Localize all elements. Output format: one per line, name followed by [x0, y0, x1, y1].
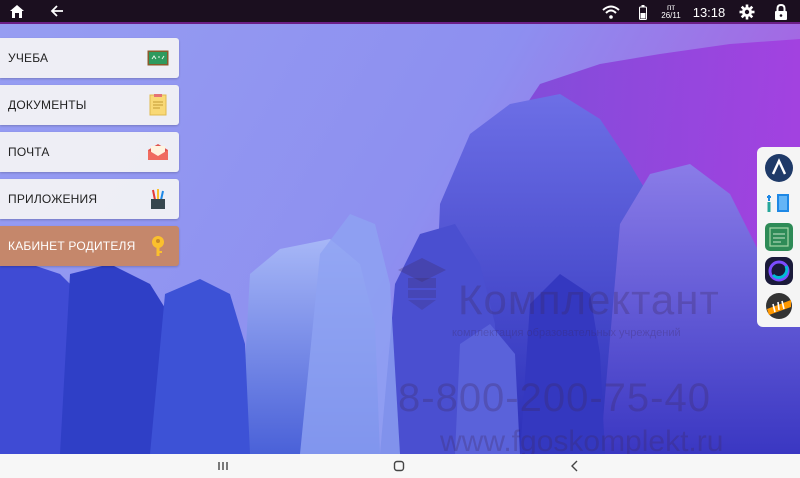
app-a-icon[interactable]	[764, 153, 794, 183]
home-icon[interactable]	[2, 0, 32, 23]
back-arrow-icon[interactable]	[42, 0, 72, 23]
menu-item-label: ДОКУМЕНТЫ	[8, 98, 87, 112]
home-circle-icon[interactable]	[384, 454, 414, 478]
lock-icon[interactable]	[766, 0, 796, 24]
status-bar: пт 26/11 13:18	[0, 0, 800, 24]
app-circle-icon[interactable]	[764, 256, 794, 286]
chalkboard-icon	[147, 47, 169, 69]
menu-item-apps[interactable]: ПРИЛОЖЕНИЯ	[0, 179, 179, 219]
document-icon	[147, 94, 169, 116]
back-chevron-icon[interactable]	[560, 454, 590, 478]
app-mesh-icon[interactable]	[764, 291, 794, 321]
menu-item-parent-cabinet[interactable]: КАБИНЕТ РОДИТЕЛЯ	[0, 226, 179, 266]
pencil-cup-icon	[147, 188, 169, 210]
main-menu: УЧЕБА ДОКУМЕНТЫ ПОЧТА ПРИЛОЖЕНИЯ КАБИНЕТ…	[0, 38, 179, 273]
menu-item-study[interactable]: УЧЕБА	[0, 38, 179, 78]
battery-icon	[632, 0, 654, 24]
watermark-logo	[398, 258, 446, 310]
key-icon	[147, 235, 169, 257]
status-date: пт 26/11	[658, 4, 684, 20]
app-book-icon[interactable]	[764, 188, 794, 218]
app-dock	[757, 147, 800, 327]
recents-icon[interactable]	[208, 454, 238, 478]
menu-item-label: КАБИНЕТ РОДИТЕЛЯ	[8, 239, 136, 253]
menu-item-label: ПРИЛОЖЕНИЯ	[8, 192, 98, 206]
envelope-icon	[147, 141, 169, 163]
menu-item-label: ПОЧТА	[8, 145, 50, 159]
menu-item-label: УЧЕБА	[8, 51, 49, 65]
menu-item-documents[interactable]: ДОКУМЕНТЫ	[0, 85, 179, 125]
wifi-icon	[596, 0, 626, 24]
menu-item-mail[interactable]: ПОЧТА	[0, 132, 179, 172]
app-green-icon[interactable]	[764, 222, 794, 252]
gear-icon[interactable]	[732, 0, 762, 24]
status-time: 13:18	[692, 4, 726, 20]
navigation-bar	[0, 454, 800, 478]
status-date-value: 26/11	[661, 11, 681, 20]
